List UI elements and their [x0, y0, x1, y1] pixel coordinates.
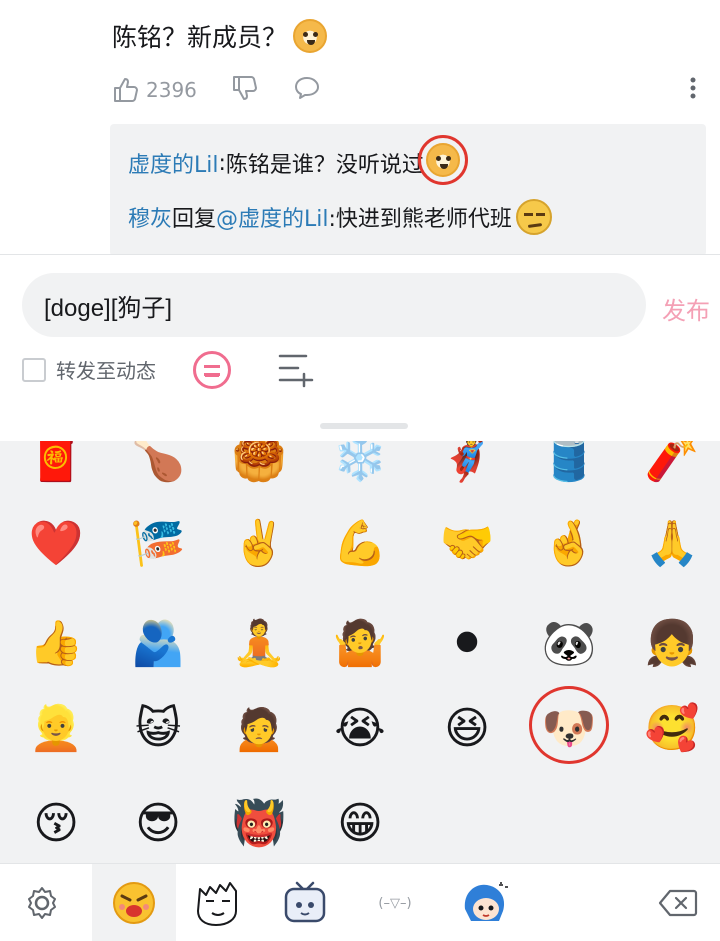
girl-emoji[interactable]: 👧 — [645, 618, 700, 670]
grin-creature-emoji[interactable]: 😁 — [334, 798, 386, 850]
gear-icon — [28, 887, 56, 919]
vertical-dots-icon — [690, 77, 696, 98]
sub-reply-username[interactable]: 虚度的Lil — [128, 147, 218, 179]
like-count: 2396 — [146, 78, 197, 102]
character-emoji[interactable]: 🦸 — [440, 441, 495, 485]
selected-emoji-ring — [529, 686, 609, 764]
reply-input[interactable]: [doge][狗子] — [22, 273, 646, 337]
highlight-circle — [417, 135, 468, 185]
forward-checkbox[interactable] — [22, 357, 46, 382]
shiba-laugh-emoji[interactable]: 😆 — [441, 703, 493, 755]
cards-emoji[interactable]: 🧨 — [645, 441, 700, 485]
reply-input-value: [doge][狗子] — [44, 294, 173, 322]
smirk-emoji-icon — [515, 199, 552, 235]
sub-reply-2[interactable]: 穆灰 回复 @虚度的Lil :快进到熊老师代班 — [128, 198, 688, 236]
comment-text: 陈铭？新成员？ — [112, 23, 288, 52]
doge-emoji-wrapper — [417, 135, 468, 185]
crossed-fingers-emoji[interactable]: 🤞 — [542, 518, 597, 570]
panda-emoji[interactable]: 🐼 — [542, 618, 597, 670]
comment-body: 陈铭？新成员？ — [112, 18, 328, 54]
emoji-grid: 🧧 🍗 🥮 ❄️ 🦸 🛢️ 🧨 ❤️ 🎏 ✌️ 💪 🤝 🤞 🙏 👍 🫂 🧘 🤷 ⚫ 🐼 👧 👱 😺 🙍 😭 😆 🐶 🥰 😚 😎 👹 😁 — [0, 441, 720, 863]
victory-hand-emoji[interactable]: ✌️ — [232, 518, 287, 570]
more-options-button[interactable] — [690, 76, 696, 105]
koi-emoji[interactable]: 🎏 — [131, 518, 186, 570]
hug-emoji[interactable]: 🫂 — [131, 618, 186, 670]
forward-label: 转发至动态 — [56, 359, 156, 383]
fortune-emoji[interactable]: 🧧 — [29, 441, 84, 485]
reply-keyword: 回复 — [172, 207, 217, 232]
muscle-emoji[interactable]: 💪 — [333, 518, 388, 570]
doge-emoji-icon — [293, 19, 328, 53]
backspace-icon — [658, 889, 698, 917]
shiba-cry-emoji[interactable]: 😭 — [334, 703, 386, 755]
thumbs-up-icon — [114, 78, 138, 102]
speech-bubble-icon — [294, 76, 319, 99]
tab-kaomoji[interactable]: (–▽–) — [353, 864, 437, 941]
tv-mascot-icon — [284, 881, 326, 923]
like-button[interactable]: 2396 — [112, 76, 197, 104]
blue-hair-girl-icon — [464, 882, 508, 921]
snowflake-emoji[interactable]: ❄️ — [333, 441, 388, 485]
tab-tv-mascot[interactable] — [263, 864, 347, 941]
sub-reply-text: 陈铭是谁？没听说过 — [225, 153, 424, 178]
shiba-shy-emoji[interactable]: 🥰 — [645, 703, 700, 755]
hands-touch-emoji[interactable]: 🤝 — [440, 518, 495, 570]
meditate-emoji[interactable]: 🧘 — [232, 618, 287, 670]
mooncake-emoji[interactable]: 🥮 — [232, 441, 287, 485]
thumbs-down-icon — [232, 75, 257, 100]
backspace-button[interactable] — [636, 864, 720, 941]
barrel-emoji[interactable]: 🛢️ — [542, 441, 597, 485]
thumbs-up-emoji[interactable]: 👍 — [29, 618, 84, 670]
list-add-icon[interactable] — [278, 352, 316, 388]
comment-actions: 2396 — [112, 74, 704, 106]
reply-composer: [doge][狗子] 发布 转发至动态 — [0, 254, 720, 441]
heart-emoji[interactable]: ❤️ — [29, 518, 84, 570]
sunglasses-creature-emoji[interactable]: 😎 — [132, 798, 184, 850]
sub-reply-text: :快进到熊老师代班 — [328, 207, 512, 232]
publish-button[interactable]: 发布 — [662, 291, 710, 326]
black-hair-girl-emoji[interactable]: 🙍 — [232, 703, 287, 755]
shiba-kiss-emoji[interactable]: 😚 — [30, 798, 82, 850]
sub-reply-box[interactable]: 虚度的Lil : 陈铭是谁？没听说过 穆灰 回复 @虚度的Lil :快进到熊老师… — [110, 124, 706, 256]
red-creature-emoji[interactable]: 👹 — [232, 798, 287, 850]
yellow-face-icon — [113, 882, 155, 924]
tab-blue-hair-girl[interactable] — [443, 864, 527, 941]
tab-sketch-face[interactable] — [176, 864, 260, 941]
pray-emoji[interactable]: 🙏 — [645, 518, 700, 570]
black-hole-emoji[interactable]: ⚫ — [441, 618, 493, 670]
mention-link[interactable]: @虚度的Lil — [216, 201, 328, 233]
settings-tab[interactable] — [0, 864, 84, 941]
drag-handle[interactable] — [320, 423, 408, 429]
sub-reply-1[interactable]: 虚度的Lil : 陈铭是谁？没听说过 — [128, 135, 688, 185]
cat-ear-girl-emoji[interactable]: 😺 — [132, 703, 184, 755]
forward-to-feed-option[interactable]: 转发至动态 — [22, 355, 156, 384]
emoji-category-tabs: (–▽–) — [0, 863, 720, 941]
dislike-button[interactable] — [231, 74, 259, 107]
kaomoji-label: (–▽–) — [378, 895, 412, 911]
shrug-emoji[interactable]: 🤷 — [333, 618, 388, 670]
emoji-keyboard-icon[interactable] — [193, 351, 231, 389]
white-hair-girl-emoji[interactable]: 👱 — [29, 703, 84, 755]
sub-reply-username[interactable]: 穆灰 — [128, 201, 172, 233]
sketch-face-icon — [197, 882, 237, 926]
tab-yellow-face[interactable] — [92, 864, 176, 941]
reply-button[interactable] — [293, 74, 321, 107]
sub-reply-separator: : — [218, 150, 226, 176]
chicken-leg-emoji[interactable]: 🍗 — [131, 441, 186, 485]
